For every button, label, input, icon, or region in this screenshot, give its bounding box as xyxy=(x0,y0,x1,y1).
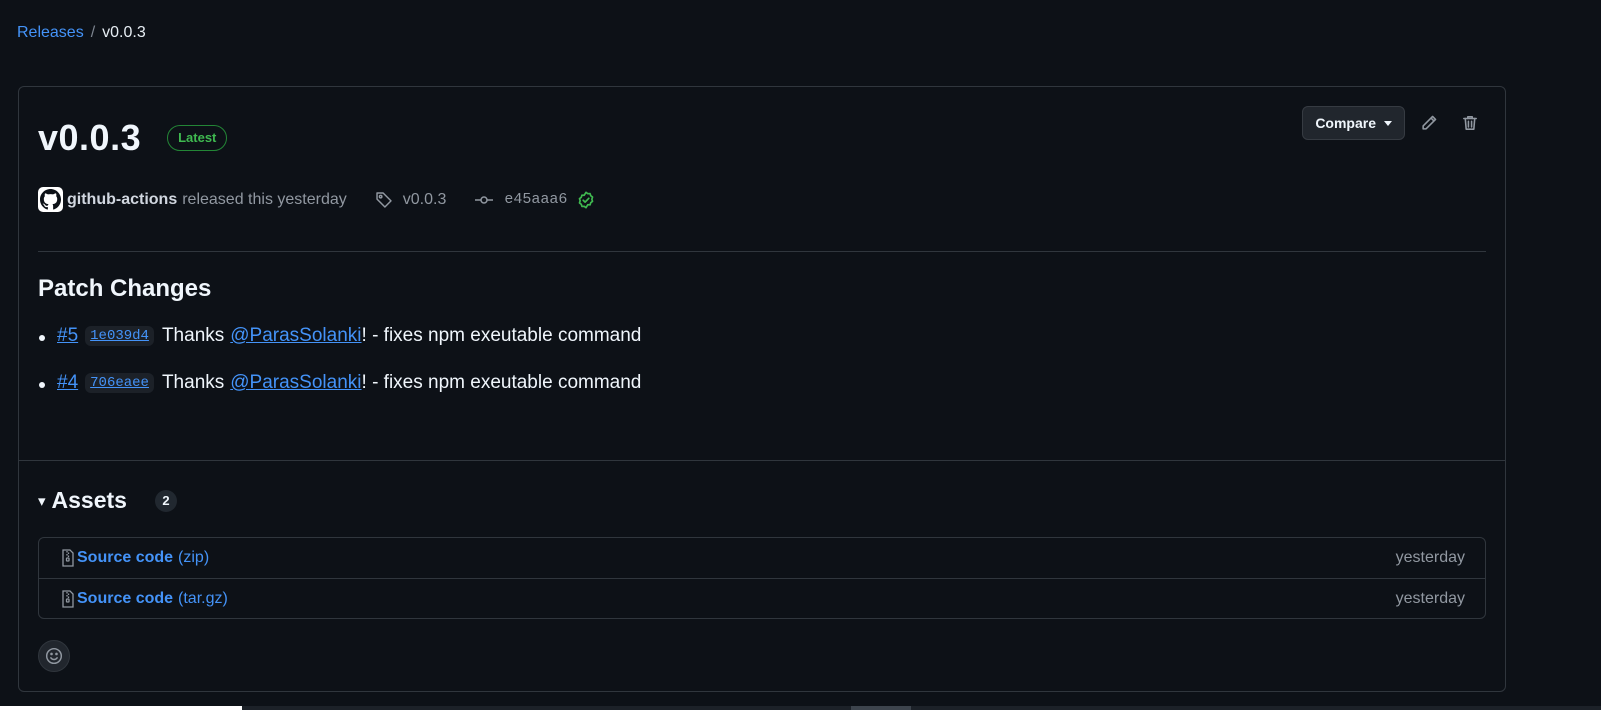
scrollbar-track[interactable] xyxy=(242,706,1601,710)
smiley-icon xyxy=(45,647,63,665)
delete-button[interactable] xyxy=(1453,106,1487,140)
asset-link[interactable]: Source code (tar.gz) xyxy=(60,590,228,608)
change-text: ! - fixes npm exeutable command xyxy=(361,372,642,393)
avatar[interactable] xyxy=(38,187,63,212)
verified-status[interactable] xyxy=(577,191,595,209)
breadcrumb-current: v0.0.3 xyxy=(102,24,146,41)
section-divider xyxy=(38,251,1486,252)
commit-code-link[interactable]: 1e039d4 xyxy=(85,326,154,346)
pr-link[interactable]: #5 xyxy=(57,325,78,347)
asset-ext: (zip) xyxy=(178,549,210,566)
trash-icon xyxy=(1463,116,1477,130)
asset-name: Source code xyxy=(77,589,174,607)
commit-label: e45aaa6 xyxy=(504,191,568,208)
release-meta: github-actions released this yesterday v… xyxy=(38,187,595,212)
change-text: ! - fixes npm exeutable command xyxy=(361,325,642,346)
caret-down-icon xyxy=(1384,120,1392,126)
tag-link[interactable]: v0.0.3 xyxy=(375,190,447,209)
thanks-text: Thanks xyxy=(161,325,225,346)
release-notes: Patch Changes #5 1e039d4 Thanks @ParasSo… xyxy=(38,275,641,419)
release-title: v0.0.3 xyxy=(38,117,142,158)
change-list: #5 1e039d4 Thanks @ParasSolanki ! - fixe… xyxy=(38,325,641,394)
assets-toggle-icon[interactable]: ▾ xyxy=(38,492,46,510)
pr-link[interactable]: #4 xyxy=(57,372,78,394)
pencil-icon xyxy=(1422,115,1437,130)
asset-ext: (tar.gz) xyxy=(178,589,228,607)
scrollbar-thumb[interactable] xyxy=(851,706,911,710)
tag-icon xyxy=(376,191,392,208)
horizontal-scrollbar[interactable] xyxy=(0,706,1601,725)
git-commit-icon xyxy=(475,195,494,204)
check-circle-icon xyxy=(578,191,594,208)
github-logo-icon xyxy=(40,189,61,210)
asset-row: Source code (tar.gz) yesterday xyxy=(39,578,1485,618)
asset-link[interactable]: Source code (zip) xyxy=(60,549,209,567)
edit-button[interactable] xyxy=(1412,106,1446,140)
assets-count-badge: 2 xyxy=(154,489,177,512)
thanks-text: Thanks xyxy=(161,372,225,393)
asset-row: Source code (zip) yesterday xyxy=(39,538,1485,578)
user-mention-link[interactable]: @ParasSolanki xyxy=(230,325,361,347)
asset-date: yesterday xyxy=(1395,549,1465,566)
asset-name: Source code xyxy=(77,549,174,566)
tag-label: v0.0.3 xyxy=(402,190,447,208)
release-card: v0.0.3 Latest Compare github-actions rel… xyxy=(18,86,1506,692)
file-zip-icon xyxy=(62,589,74,608)
commit-code-link[interactable]: 706eaee xyxy=(85,373,154,393)
assets-title: Assets xyxy=(51,487,127,513)
user-mention-link[interactable]: @ParasSolanki xyxy=(230,372,361,394)
commit-link[interactable]: e45aaa6 xyxy=(474,191,567,208)
notes-heading: Patch Changes xyxy=(38,275,212,302)
compare-button[interactable]: Compare xyxy=(1302,106,1405,140)
compare-label: Compare xyxy=(1315,115,1376,131)
assets-header[interactable]: ▾ Assets 2 xyxy=(38,487,177,514)
add-reaction-button[interactable] xyxy=(38,640,70,672)
asset-date: yesterday xyxy=(1395,589,1465,607)
assets-list: Source code (zip) yesterday Source code … xyxy=(38,537,1486,619)
assets-divider xyxy=(19,460,1505,461)
file-zip-icon xyxy=(62,549,74,567)
releases-link[interactable]: Releases xyxy=(17,24,84,42)
breadcrumb: Releases / v0.0.3 xyxy=(17,24,146,42)
latest-badge: Latest xyxy=(167,125,228,151)
released-text: released this yesterday xyxy=(182,190,347,208)
breadcrumb-separator: / xyxy=(90,24,96,41)
author-link[interactable]: github-actions xyxy=(67,191,177,209)
release-actions: Compare xyxy=(1302,106,1487,140)
release-header: v0.0.3 Latest xyxy=(38,117,228,159)
list-item: #5 1e039d4 Thanks @ParasSolanki ! - fixe… xyxy=(38,325,642,347)
list-item: #4 706eaee Thanks @ParasSolanki ! - fixe… xyxy=(38,372,642,394)
